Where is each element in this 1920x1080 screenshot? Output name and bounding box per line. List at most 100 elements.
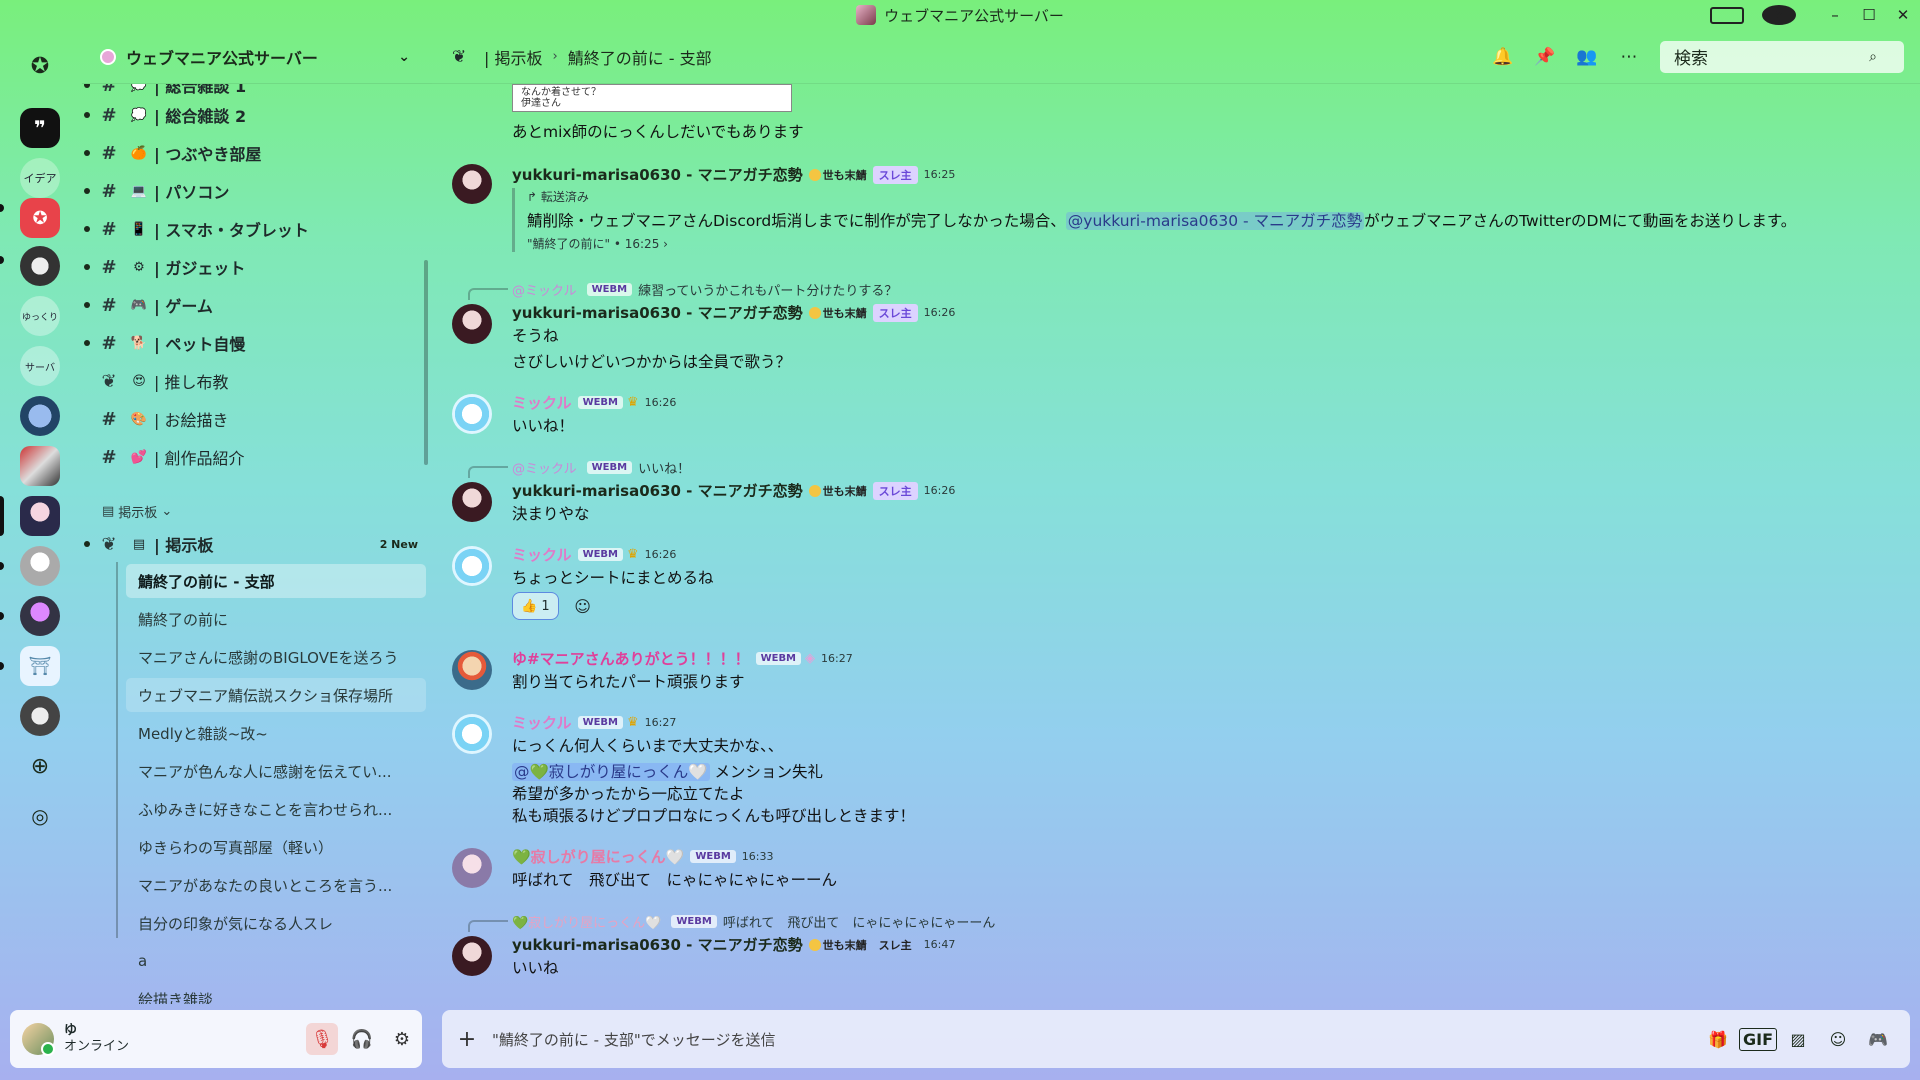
thread-item[interactable]: 絵描き雑談 [126, 982, 426, 1005]
maximize-button[interactable]: ☐ [1852, 6, 1886, 24]
thread-item[interactable]: ゆきらわの写真部屋（軽い） [126, 830, 426, 864]
avatar[interactable] [452, 304, 492, 344]
sticker-icon[interactable]: ▨ [1778, 1030, 1818, 1049]
gear-icon[interactable]: ⚙ [386, 1023, 418, 1055]
channel-item[interactable]: # 💭 | 総合雑談 2 [84, 98, 424, 132]
author-name[interactable]: ミックル [512, 392, 572, 413]
pin-icon[interactable]: 📌 [1524, 47, 1566, 67]
server-icon-idea[interactable]: イデア [20, 158, 60, 198]
add-reaction-icon[interactable]: ☺ [569, 592, 597, 620]
channel-item[interactable]: # 🎮 | ゲーム [84, 288, 424, 322]
discord-server-icon[interactable]: ✪ [20, 198, 60, 238]
server-icon-avatar[interactable] [20, 246, 60, 286]
search-input[interactable]: 検索 ⌕ [1660, 40, 1904, 73]
image-attachment[interactable]: なんか着させて？ 伊達さん [512, 84, 792, 112]
author-name[interactable]: yukkuri-marisa0630 - マニアガチ恋勢 [512, 934, 803, 955]
user-mention[interactable]: @💚寂しがり屋にっくん🤍 [512, 763, 710, 781]
gif-icon[interactable]: GIF [1738, 1027, 1778, 1051]
avatar[interactable] [452, 394, 492, 434]
author-name[interactable]: yukkuri-marisa0630 - マニアガチ恋勢 [512, 164, 803, 185]
thread-item[interactable]: マニアがあなたの良いところを言う... [126, 868, 426, 902]
breadcrumb-forum[interactable]: | 掲示板 [484, 45, 542, 69]
author-name[interactable]: ミックル [512, 712, 572, 733]
help-icon[interactable]: ? [1762, 5, 1796, 25]
server-icon-building[interactable]: ⛩ [20, 646, 60, 686]
channel-item[interactable]: # 💕 | 創作品紹介 [98, 440, 424, 474]
members-icon[interactable]: 👥 [1566, 47, 1608, 67]
channel-item[interactable]: # 🐕 | ペット自慢 [84, 326, 424, 360]
thread-item[interactable]: ウェブマニア鯖伝説スクショ保存場所 [126, 678, 426, 712]
mic-muted-icon[interactable]: 🎙 [306, 1023, 338, 1055]
server-icon-anime[interactable] [20, 596, 60, 636]
emoji-icon[interactable]: ☺ [1818, 1030, 1858, 1049]
avatar[interactable] [452, 650, 492, 690]
author-name[interactable]: ミックル [512, 544, 572, 565]
thread-item[interactable]: マニアさんに感謝のBIGLOVEを送ろう [126, 640, 426, 674]
server-icon-quote[interactable]: ❞ [20, 108, 60, 148]
board-icon: ▤ [102, 504, 115, 519]
forum-channel-item[interactable]: ❦ ▤ | 掲示板 2 New [84, 527, 424, 561]
user-info[interactable]: ゆ オンライン [64, 1023, 129, 1055]
discord-home-icon[interactable]: ✪ [20, 46, 60, 86]
message-header: ゆ#マニアさんありがとう！！！！ WEBM ◈ 16:27 [512, 648, 853, 669]
gift-icon[interactable]: 🎁 [1698, 1030, 1738, 1049]
reply-reference[interactable]: 💚寂しがり屋にっくん🤍 WEBM 呼ばれて 飛び出て にゃにゃにゃにゃーーん [468, 912, 995, 932]
webm-tag: WEBM [671, 915, 717, 928]
thread-item[interactable]: ふゆみきに好きなことを言わせられ... [126, 792, 426, 826]
more-icon[interactable]: ⋯ [1608, 47, 1650, 67]
thread-item[interactable]: 鯖終了の前に [126, 602, 426, 636]
channel-item[interactable]: # 📱 | スマホ・タブレット [84, 212, 424, 246]
server-icon-selected[interactable] [20, 496, 60, 536]
thread-item[interactable]: 自分の印象が気になる人スレ [126, 906, 426, 940]
channel-item[interactable]: # 💻 | パソコン [84, 174, 424, 208]
channel-item[interactable]: # 🍊 | つぶやき部屋 [84, 136, 424, 170]
message-text: にっくん何人くらいまで大丈夫かな、、 [512, 737, 784, 755]
channel-item[interactable]: # 🎨 | お絵描き [98, 402, 424, 436]
inbox-icon[interactable] [1710, 6, 1744, 24]
server-icon-server[interactable]: サーバ [20, 346, 60, 386]
message-input[interactable]: "鯖終了の前に - 支部"でメッセージを送信 [492, 1029, 775, 1050]
message-composer[interactable]: + "鯖終了の前に - 支部"でメッセージを送信 🎁 GIF ▨ ☺ 🎮 [442, 1010, 1910, 1068]
avatar[interactable] [452, 936, 492, 976]
user-mention[interactable]: @yukkuri-marisa0630 - マニアガチ恋勢 [1065, 212, 1365, 230]
avatar[interactable] [452, 482, 492, 522]
add-server-icon[interactable]: ⊕ [20, 746, 60, 786]
forward-source-link[interactable]: "鯖終了の前に" • 16:25 › [527, 235, 1796, 252]
server-icon-yukkuri[interactable]: ゆっくり [20, 296, 60, 336]
server-icon-collage[interactable] [20, 446, 60, 486]
category-header[interactable]: ▤ 掲示板 ⌄ [102, 502, 172, 521]
server-icon-sunglasses[interactable] [20, 696, 60, 736]
add-attachment-icon[interactable]: + [442, 1027, 492, 1052]
sidebar-scrollbar[interactable] [424, 260, 428, 465]
avatar[interactable] [452, 546, 492, 586]
avatar[interactable] [22, 1023, 55, 1056]
reaction-thumbs-up[interactable]: 👍 1 [512, 592, 559, 620]
channel-item[interactable]: # ⚙ | ガジェット [84, 250, 424, 284]
close-button[interactable]: ✕ [1886, 6, 1920, 24]
avatar[interactable] [452, 164, 492, 204]
author-name[interactable]: ゆ#マニアさんありがとう！！！！ [512, 648, 750, 669]
thread-item[interactable]: Medlyと雑談~改~ [126, 716, 426, 750]
server-icon-white[interactable] [20, 546, 60, 586]
op-badge: スレ主 [872, 481, 918, 500]
server-header[interactable]: ウェブマニア公式サーバー ⌄ [82, 30, 432, 84]
author-name[interactable]: yukkuri-marisa0630 - マニアガチ恋勢 [512, 480, 803, 501]
author-name[interactable]: yukkuri-marisa0630 - マニアガチ恋勢 [512, 302, 803, 323]
activity-icon[interactable]: 🎮 [1858, 1030, 1898, 1049]
bell-icon[interactable]: 🔔 [1482, 47, 1524, 67]
thread-item[interactable]: マニアが色んな人に感謝を伝えてい... [126, 754, 426, 788]
author-name[interactable]: 💚寂しがり屋にっくん🤍 [512, 846, 684, 867]
thread-item[interactable]: a [126, 944, 426, 978]
reply-reference[interactable]: @ミックル WEBM いいね！ [468, 458, 690, 478]
hash-icon: # [101, 104, 117, 126]
avatar[interactable] [452, 848, 492, 888]
thread-item-selected[interactable]: 鯖終了の前に - 支部 [126, 564, 426, 598]
explore-icon[interactable]: ◎ [20, 796, 60, 836]
reply-reference[interactable]: @ミックル WEBM 練習っていうかこれもパート分けたりする？ [468, 280, 897, 300]
headphones-icon[interactable]: 🎧 [346, 1023, 378, 1055]
server-icon-glasses[interactable] [20, 396, 60, 436]
avatar[interactable] [452, 714, 492, 754]
minimize-button[interactable]: – [1818, 6, 1852, 24]
channel-item[interactable]: ❦ 😍 | 推し布教 [98, 364, 424, 398]
unread-pill [0, 662, 4, 670]
